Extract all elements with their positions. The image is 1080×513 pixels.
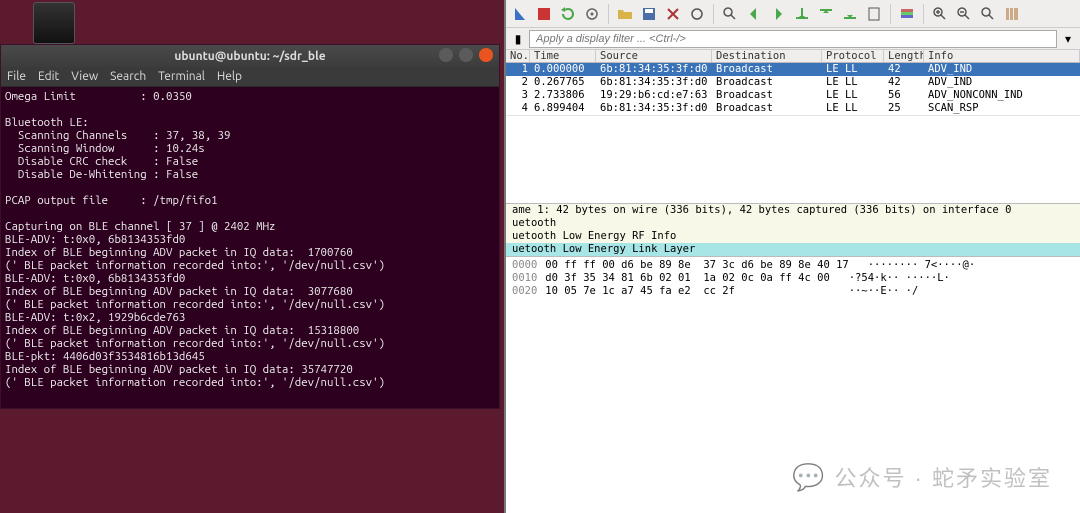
detail-ble-link-layer[interactable]: uetooth Low Energy Link Layer: [506, 243, 1080, 256]
save-file-button[interactable]: [639, 4, 659, 24]
reload-file-button[interactable]: [687, 4, 707, 24]
toolbar-separator: [890, 4, 891, 24]
col-info[interactable]: Info: [924, 50, 1080, 62]
menu-file[interactable]: File: [7, 70, 26, 83]
detail-bluetooth[interactable]: uetooth: [506, 217, 1080, 230]
python-bytecode-icon: [33, 2, 75, 44]
toolbar-separator: [923, 4, 924, 24]
stop-capture-button[interactable]: [534, 4, 554, 24]
terminal-window: ubuntu@ubuntu: ~/sdr_ble File Edit View …: [0, 44, 500, 409]
menu-view[interactable]: View: [71, 70, 98, 83]
filter-bookmark-icon[interactable]: ▮: [510, 31, 526, 47]
col-dest[interactable]: Destination: [712, 50, 822, 62]
find-packet-button[interactable]: [720, 4, 740, 24]
packet-row[interactable]: 10.0000006b:81:34:35:3f:d0BroadcastLE LL…: [506, 63, 1080, 76]
toolbar-separator: [713, 4, 714, 24]
terminal-body[interactable]: Omega Limit : 0.0350 Bluetooth LE: Scann…: [1, 87, 499, 408]
col-proto[interactable]: Protocol: [822, 50, 884, 62]
detail-frame-summary[interactable]: ame 1: 42 bytes on wire (336 bits), 42 b…: [506, 204, 1080, 217]
go-to-packet-button[interactable]: [792, 4, 812, 24]
menu-terminal[interactable]: Terminal: [158, 70, 205, 83]
zoom-out-button[interactable]: [954, 4, 974, 24]
maximize-button[interactable]: [459, 48, 473, 62]
col-length[interactable]: Length: [884, 50, 924, 62]
menu-help[interactable]: Help: [217, 70, 242, 83]
colorize-button[interactable]: [897, 4, 917, 24]
packet-row[interactable]: 46.8994046b:81:34:35:3f:d0BroadcastLE LL…: [506, 102, 1080, 115]
watermark-label: 公众号 · 蛇矛实验室: [834, 461, 1052, 493]
close-button[interactable]: [479, 48, 493, 62]
packet-list-blank-area: [506, 115, 1080, 203]
minimize-button[interactable]: [439, 48, 453, 62]
terminal-titlebar[interactable]: ubuntu@ubuntu: ~/sdr_ble: [1, 45, 499, 67]
menu-edit[interactable]: Edit: [38, 70, 59, 83]
wireshark-toolbar: [506, 0, 1080, 28]
zoom-reset-button[interactable]: [978, 4, 998, 24]
packet-list-header[interactable]: No. Time Source Destination Protocol Len…: [506, 50, 1080, 63]
open-file-button[interactable]: [615, 4, 635, 24]
go-last-button[interactable]: [840, 4, 860, 24]
display-filter-bar: ▮ ▾: [506, 28, 1080, 50]
auto-scroll-button[interactable]: [864, 4, 884, 24]
zoom-in-button[interactable]: [930, 4, 950, 24]
packet-list: No. Time Source Destination Protocol Len…: [506, 50, 1080, 115]
close-file-button[interactable]: [663, 4, 683, 24]
col-no[interactable]: No.: [506, 50, 530, 62]
wireshark-window: ▮ ▾ No. Time Source Destination Protocol…: [504, 0, 1080, 513]
go-forward-button[interactable]: [768, 4, 788, 24]
wechat-icon: 💬: [792, 462, 826, 493]
packet-details[interactable]: ame 1: 42 bytes on wire (336 bits), 42 b…: [506, 203, 1080, 256]
packet-row[interactable]: 20.2677656b:81:34:35:3f:d0BroadcastLE LL…: [506, 76, 1080, 89]
display-filter-input[interactable]: [529, 30, 1057, 48]
terminal-title: ubuntu@ubuntu: ~/sdr_ble: [174, 50, 325, 63]
packet-row[interactable]: 32.73380619:29:b6:cd:e7:63BroadcastLE LL…: [506, 89, 1080, 102]
watermark: 💬 公众号 · 蛇矛实验室: [792, 461, 1052, 493]
resize-columns-button[interactable]: [1002, 4, 1022, 24]
col-source[interactable]: Source: [596, 50, 712, 62]
bytes-offsets: 0000 0010 0020: [512, 259, 545, 511]
col-time[interactable]: Time: [530, 50, 596, 62]
go-first-button[interactable]: [816, 4, 836, 24]
go-back-button[interactable]: [744, 4, 764, 24]
menu-search[interactable]: Search: [110, 70, 146, 83]
start-capture-button[interactable]: [510, 4, 530, 24]
terminal-menubar: File Edit View Search Terminal Help: [1, 67, 499, 87]
toolbar-separator: [608, 4, 609, 24]
restart-capture-button[interactable]: [558, 4, 578, 24]
filter-dropdown-icon[interactable]: ▾: [1060, 31, 1076, 47]
capture-options-button[interactable]: [582, 4, 602, 24]
detail-ble-rf-info[interactable]: uetooth Low Energy RF Info: [506, 230, 1080, 243]
